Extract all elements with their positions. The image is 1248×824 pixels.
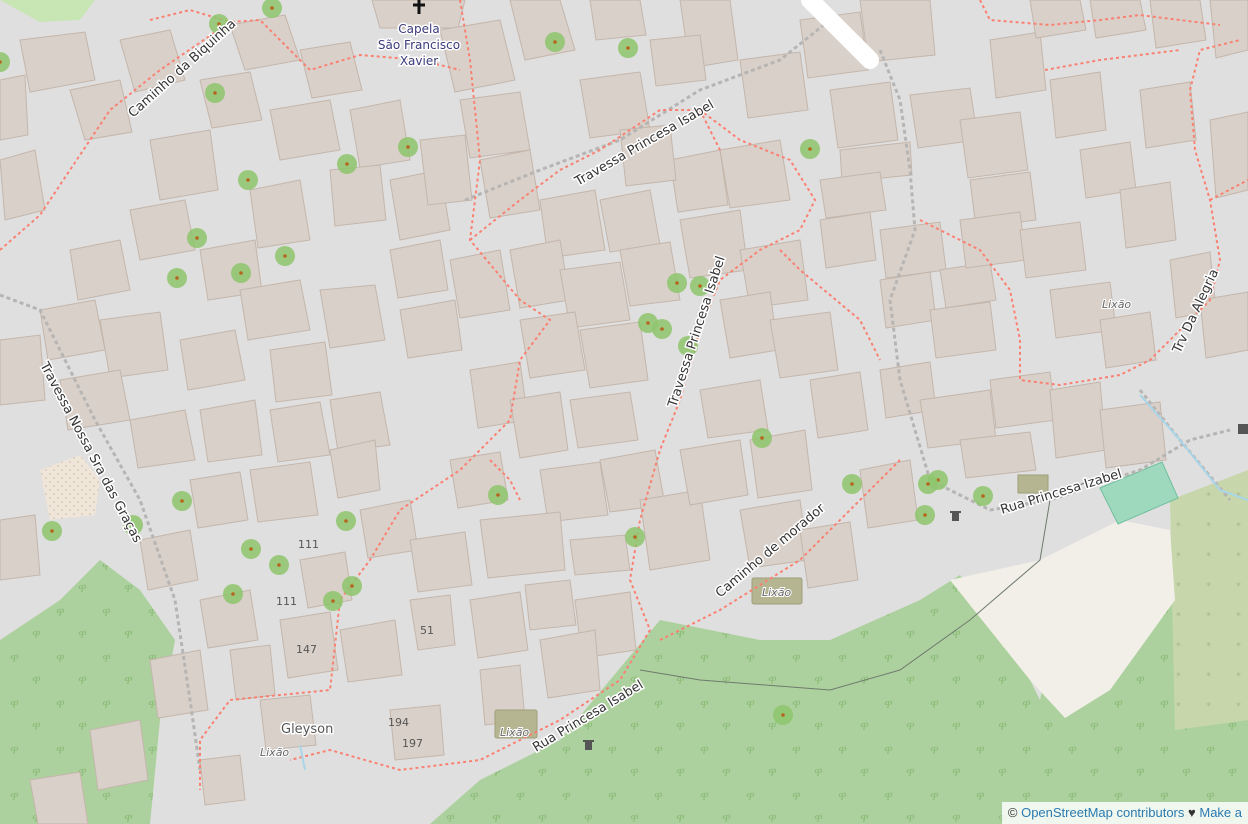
tree-trunk-dot — [175, 276, 179, 280]
tree-trunk-dot — [331, 599, 335, 603]
label-gleyson: Gleyson — [281, 722, 333, 737]
chapel-name-2: São Francisco — [378, 38, 460, 52]
tree-trunk-dot — [270, 6, 274, 10]
make-a-link[interactable]: Make a — [1199, 805, 1242, 820]
tree-trunk-dot — [926, 482, 930, 486]
house-number-111a: 111 — [298, 538, 319, 551]
tree-trunk-dot — [180, 499, 184, 503]
label-lixao-2: Lixão — [762, 586, 791, 599]
tree-trunk-dot — [646, 321, 650, 325]
label-lixao-4: Lixão — [260, 746, 289, 759]
tree-trunk-dot — [496, 493, 500, 497]
house-number-111b: 111 — [276, 595, 297, 608]
tree-trunk-dot — [50, 529, 54, 533]
tree-trunk-dot — [808, 147, 812, 151]
tree-trunk-dot — [283, 254, 287, 258]
house-number-147: 147 — [296, 643, 317, 656]
tree-trunk-dot — [675, 281, 679, 285]
tree-trunk-dot — [239, 271, 243, 275]
shelter-icon — [1238, 424, 1248, 434]
tree-trunk-dot — [195, 236, 199, 240]
osm-contributors-link[interactable]: OpenStreetMap contributors — [1021, 805, 1184, 820]
tree-trunk-dot — [246, 178, 250, 182]
map-attribution: © OpenStreetMap contributors ♥ Make a — [1001, 802, 1248, 824]
tree-trunk-dot — [626, 46, 630, 50]
tree-trunk-dot — [231, 592, 235, 596]
tree-trunk-dot — [660, 327, 664, 331]
label-lixao-3: Lixão — [500, 726, 529, 739]
heart-icon: ♥ — [1188, 805, 1196, 820]
tree-trunk-dot — [277, 563, 281, 567]
tree-trunk-dot — [406, 145, 410, 149]
tree-trunk-dot — [923, 513, 927, 517]
house-number-197: 197 — [402, 737, 423, 750]
map-view[interactable]: ዋ ዋ ⁎ — [0, 0, 1248, 824]
label-lixao-1: Lixão — [1102, 298, 1131, 311]
tree-trunk-dot — [698, 284, 702, 288]
tree-trunk-dot — [781, 713, 785, 717]
house-number-194: 194 — [388, 716, 409, 729]
tree-trunk-dot — [350, 584, 354, 588]
chapel-name-1: Capela — [398, 22, 439, 36]
tree-trunk-dot — [850, 482, 854, 486]
house-number-51: 51 — [420, 624, 434, 637]
tree-trunk-dot — [981, 494, 985, 498]
copyright-symbol: © — [1007, 805, 1018, 820]
tree-trunk-dot — [213, 91, 217, 95]
tree-trunk-dot — [249, 547, 253, 551]
tree-trunk-dot — [633, 535, 637, 539]
tree-trunk-dot — [553, 40, 557, 44]
chapel-name-3: Xavier — [400, 54, 438, 68]
tree-trunk-dot — [345, 162, 349, 166]
tree-trunk-dot — [344, 519, 348, 523]
tree-trunk-dot — [760, 436, 764, 440]
